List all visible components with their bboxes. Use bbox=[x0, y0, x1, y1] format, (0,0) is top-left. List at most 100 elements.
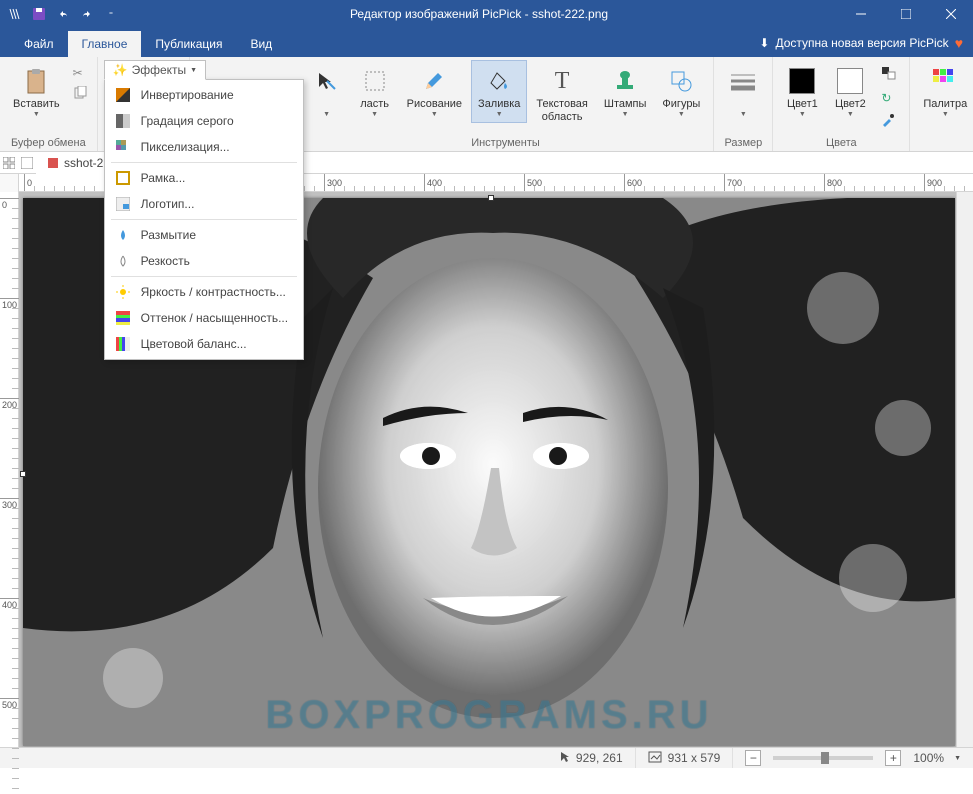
chevron-down-icon: ▼ bbox=[942, 111, 949, 118]
ribbon: Вставить ▼ ✂ Буфер обмена ✨ Эффекты ▼ Ин… bbox=[0, 57, 973, 152]
menu-invert[interactable]: Инвертирование bbox=[107, 82, 301, 108]
dimensions-icon bbox=[648, 751, 662, 766]
undo-icon[interactable] bbox=[54, 5, 72, 23]
swap-colors-button[interactable] bbox=[877, 64, 901, 85]
group-colors: Цвет1 ▼ Цвет2 ▼ ↻ Цвета bbox=[773, 57, 910, 151]
group-palette: Палитра ▼ bbox=[910, 57, 973, 151]
color2-swatch bbox=[834, 65, 866, 97]
tab-publish[interactable]: Публикация bbox=[141, 31, 236, 57]
qat-more-icon[interactable]: ⁼ bbox=[102, 5, 120, 23]
paste-button[interactable]: Вставить ▼ bbox=[6, 60, 67, 123]
chevron-down-icon: ▼ bbox=[323, 111, 330, 118]
group-tools: ▼ ласть ▼ Рисование ▼ Заливка ▼ T Тексто… bbox=[298, 57, 715, 151]
palette-button[interactable]: Палитра ▼ bbox=[916, 60, 973, 123]
brightness-icon bbox=[115, 284, 131, 300]
ruler-corner bbox=[0, 174, 19, 192]
heart-icon: ♥ bbox=[955, 35, 963, 51]
color1-button[interactable]: Цвет1 ▼ bbox=[779, 60, 825, 123]
status-zoom: − + 100% ▼ bbox=[733, 748, 973, 768]
minimize-button[interactable] bbox=[838, 0, 883, 28]
sharpen-icon bbox=[115, 253, 131, 269]
effects-menu: Инвертирование Градация серого Пикселиза… bbox=[104, 79, 304, 360]
tab-view[interactable]: Вид bbox=[236, 31, 286, 57]
tab-main[interactable]: Главное bbox=[68, 31, 142, 57]
save-icon[interactable] bbox=[30, 5, 48, 23]
chevron-down-icon: ▼ bbox=[847, 111, 854, 118]
menu-grayscale[interactable]: Градация серого bbox=[107, 108, 301, 134]
swap-icon bbox=[881, 69, 897, 83]
bucket-icon bbox=[483, 65, 515, 97]
menu-blur[interactable]: Размытие bbox=[107, 222, 301, 248]
scrollbar-vertical[interactable] bbox=[956, 192, 973, 747]
logo-icon bbox=[115, 196, 131, 212]
menu-separator bbox=[111, 276, 297, 277]
menu-frame[interactable]: Рамка... bbox=[107, 165, 301, 191]
hue-icon bbox=[115, 310, 131, 326]
menu-brightness[interactable]: Яркость / контрастность... bbox=[107, 279, 301, 305]
menu-logo[interactable]: Логотип... bbox=[107, 191, 301, 217]
zoom-in-button[interactable]: + bbox=[885, 750, 901, 766]
size-button[interactable]: ▼ bbox=[720, 60, 766, 123]
menu-separator bbox=[111, 219, 297, 220]
region-button[interactable]: ласть ▼ bbox=[352, 60, 398, 123]
line-weight-icon bbox=[727, 65, 759, 97]
resize-handle[interactable] bbox=[488, 195, 494, 201]
redo-icon[interactable] bbox=[78, 5, 96, 23]
color2-button[interactable]: Цвет2 ▼ bbox=[827, 60, 873, 123]
chevron-down-icon: ▼ bbox=[33, 111, 40, 118]
chevron-down-icon: ▼ bbox=[190, 67, 197, 74]
menu-sharpen[interactable]: Резкость bbox=[107, 248, 301, 274]
blur-icon bbox=[115, 227, 131, 243]
stamps-button[interactable]: Штампы ▼ bbox=[597, 60, 654, 123]
menu-hue[interactable]: Оттенок / насыщенность... bbox=[107, 305, 301, 331]
menu-pixelate[interactable]: Пикселизация... bbox=[107, 134, 301, 160]
copy-button[interactable] bbox=[69, 84, 91, 105]
watermark: BOXPROGRAMS.RU bbox=[265, 693, 712, 738]
menubar: Файл Главное Публикация Вид ⬇ Доступна н… bbox=[0, 28, 973, 57]
layout-single-button[interactable] bbox=[18, 152, 36, 174]
zoom-out-button[interactable]: − bbox=[745, 750, 761, 766]
menu-separator bbox=[111, 162, 297, 163]
copy-icon bbox=[73, 89, 87, 103]
group-size: ▼ Размер bbox=[714, 57, 773, 151]
chevron-down-icon: ▼ bbox=[431, 111, 438, 118]
shapes-button[interactable]: Фигуры ▼ bbox=[655, 60, 707, 123]
select-button[interactable]: ▼ bbox=[304, 60, 350, 123]
frame-icon bbox=[115, 170, 131, 186]
app-icon bbox=[6, 5, 24, 23]
cut-button[interactable]: ✂ bbox=[69, 64, 91, 82]
group-image: ✨ Эффекты ▼ Инвертирование Градация серо… bbox=[98, 57, 190, 151]
titlebar: ⁼ Редактор изображений PicPick - sshot-2… bbox=[0, 0, 973, 28]
cursor-pos-icon bbox=[560, 751, 570, 766]
zoom-thumb[interactable] bbox=[821, 752, 829, 764]
chevron-down-icon: ▼ bbox=[496, 111, 503, 118]
group-clipboard: Вставить ▼ ✂ Буфер обмена bbox=[0, 57, 98, 151]
layout-grid-button[interactable] bbox=[0, 152, 18, 174]
fill-button[interactable]: Заливка ▼ bbox=[471, 60, 527, 123]
text-button[interactable]: T Текстовая область bbox=[529, 60, 594, 129]
tab-file[interactable]: Файл bbox=[10, 31, 68, 57]
modified-dot-icon bbox=[48, 158, 58, 168]
cursor-icon bbox=[311, 65, 343, 97]
eyedropper-button[interactable] bbox=[877, 111, 901, 132]
draw-button[interactable]: Рисование ▼ bbox=[400, 60, 469, 123]
chevron-down-icon[interactable]: ▼ bbox=[954, 755, 961, 762]
scissors-icon: ✂ bbox=[73, 66, 83, 80]
close-button[interactable] bbox=[928, 0, 973, 28]
refresh-colors-button[interactable]: ↻ bbox=[877, 89, 901, 107]
eyedropper-icon bbox=[881, 116, 895, 130]
palette-icon bbox=[929, 65, 961, 97]
statusbar: 929, 261 931 x 579 − + 100% ▼ bbox=[0, 747, 973, 768]
text-icon: T bbox=[546, 65, 578, 97]
menu-balance[interactable]: Цветовой баланс... bbox=[107, 331, 301, 357]
invert-icon bbox=[115, 87, 131, 103]
balance-icon bbox=[115, 336, 131, 352]
update-link[interactable]: ⬇ Доступна новая версия PicPick ♥ bbox=[759, 35, 973, 57]
zoom-slider[interactable] bbox=[773, 756, 873, 760]
maximize-button[interactable] bbox=[883, 0, 928, 28]
refresh-icon: ↻ bbox=[881, 91, 891, 105]
effects-button[interactable]: ✨ Эффекты ▼ bbox=[104, 60, 206, 80]
chevron-down-icon: ▼ bbox=[371, 111, 378, 118]
ruler-vertical: 0100200300400500 bbox=[0, 192, 19, 747]
resize-handle[interactable] bbox=[20, 471, 26, 477]
